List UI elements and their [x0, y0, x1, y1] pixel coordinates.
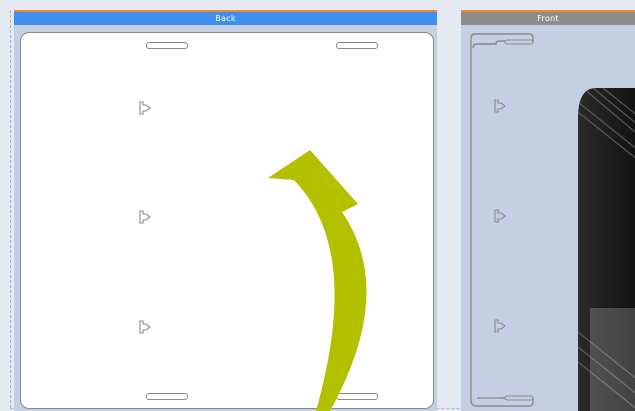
clip-tab-icon [494, 319, 506, 333]
front-panel-header[interactable]: Front [461, 12, 635, 25]
tab-slot-top-left [146, 42, 188, 49]
guide-line-vertical [10, 10, 11, 408]
front-panel[interactable]: Front [461, 10, 635, 411]
clip-tab-icon [494, 209, 506, 223]
design-workspace: Back Front [0, 0, 635, 411]
tab-slot-top-right [336, 42, 378, 49]
clip-tab-icon [494, 99, 506, 113]
back-panel[interactable]: Back [14, 10, 437, 411]
clip-tab-icon [139, 210, 151, 224]
back-panel-header[interactable]: Back [14, 12, 437, 25]
clip-tab-icon [139, 320, 151, 334]
clip-tab-icon [139, 101, 151, 115]
device-preview-image [578, 88, 635, 411]
tab-slot-bottom-right [336, 393, 378, 400]
tab-slot-bottom-left [146, 393, 188, 400]
back-card-template[interactable] [20, 32, 434, 409]
